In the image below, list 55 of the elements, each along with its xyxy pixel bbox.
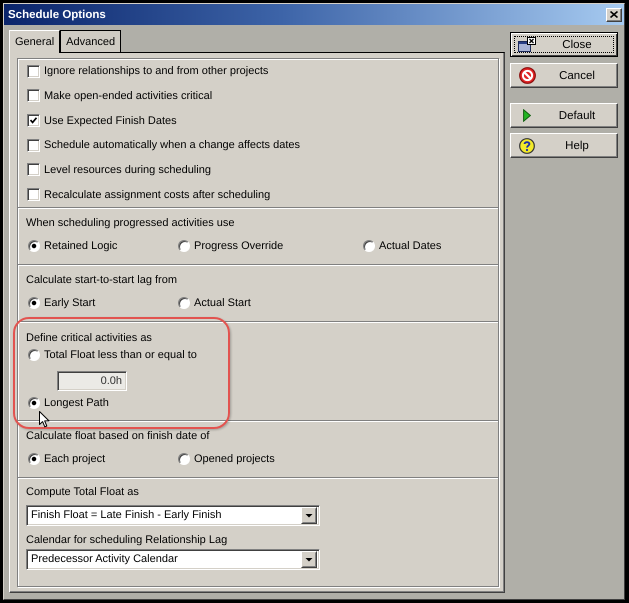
checkbox-label: Ignore relationships to and from other projects	[44, 64, 268, 78]
field-label: Calendar for scheduling Relationship Lag	[26, 532, 228, 547]
no-entry-icon	[518, 67, 536, 84]
radio-button[interactable]	[178, 240, 190, 252]
checkbox-label: Level resources during scheduling	[44, 162, 211, 177]
mouse-pointer-icon	[39, 411, 50, 428]
default-button[interactable]: Default	[510, 103, 618, 128]
section-label: Calculate start-to-start lag from	[26, 272, 178, 287]
radio-label: Early Start	[44, 296, 96, 310]
cancel-button[interactable]: Cancel	[510, 63, 618, 88]
help-button[interactable]: Help	[510, 133, 618, 158]
checkbox-label: Recalculate assignment costs after scheduling	[44, 188, 270, 202]
radio-button[interactable]	[28, 348, 40, 361]
close-icon	[610, 11, 618, 18]
checkbox[interactable]	[27, 188, 40, 202]
radio-label: Opened projects	[194, 452, 275, 466]
field-label: Compute Total Float as	[26, 484, 140, 499]
dropdown[interactable]: Finish Float = Late Finish - Early Finish	[26, 504, 320, 526]
play-triangle-icon	[523, 109, 531, 122]
checkbox-label: Use Expected Finish Dates	[44, 114, 177, 128]
radio-label: Each project	[44, 452, 106, 466]
dropdown-arrow-icon[interactable]	[301, 506, 317, 524]
tab[interactable]: Advanced	[60, 30, 122, 52]
help-icon	[519, 138, 535, 154]
radio-button[interactable]	[178, 296, 190, 309]
radio-button[interactable]	[28, 240, 40, 252]
window-x-icon	[518, 36, 536, 52]
radio-label: Retained Logic	[44, 238, 118, 253]
tab[interactable]: General	[9, 30, 60, 53]
radio-label: Progress Override	[194, 238, 284, 253]
section-label: Define critical activities as	[26, 330, 153, 345]
checkbox[interactable]	[27, 89, 40, 102]
dropdown[interactable]: Predecessor Activity Calendar	[26, 548, 320, 570]
checkmark-icon	[30, 117, 37, 124]
radio-button[interactable]	[28, 452, 40, 465]
radio-button[interactable]	[28, 396, 40, 409]
checkbox-label: Schedule automatically when a change affects dates	[44, 138, 300, 152]
checkbox[interactable]	[27, 163, 40, 176]
radio-label: Longest Path	[44, 396, 109, 410]
radio-label: Actual Start	[194, 296, 251, 310]
checkbox-label: Make open-ended activities critical	[44, 88, 212, 103]
checkbox[interactable]	[27, 64, 40, 78]
radio-label: Actual Dates	[379, 238, 442, 253]
checkbox[interactable]	[27, 138, 40, 152]
checkbox[interactable]	[27, 114, 40, 128]
section-label: When scheduling progressed activities use	[26, 216, 236, 230]
radio-button[interactable]	[28, 296, 40, 309]
window-close-button[interactable]	[606, 8, 622, 22]
window-title: Schedule Options	[8, 8, 106, 20]
dropdown-arrow-icon[interactable]	[301, 550, 317, 568]
close-button[interactable]: Close	[510, 32, 618, 57]
radio-label: Total Float less than or equal to	[44, 348, 197, 362]
radio-button[interactable]	[178, 452, 190, 465]
section-label: Calculate float based on finish date of	[26, 428, 210, 443]
radio-button[interactable]	[363, 240, 375, 252]
